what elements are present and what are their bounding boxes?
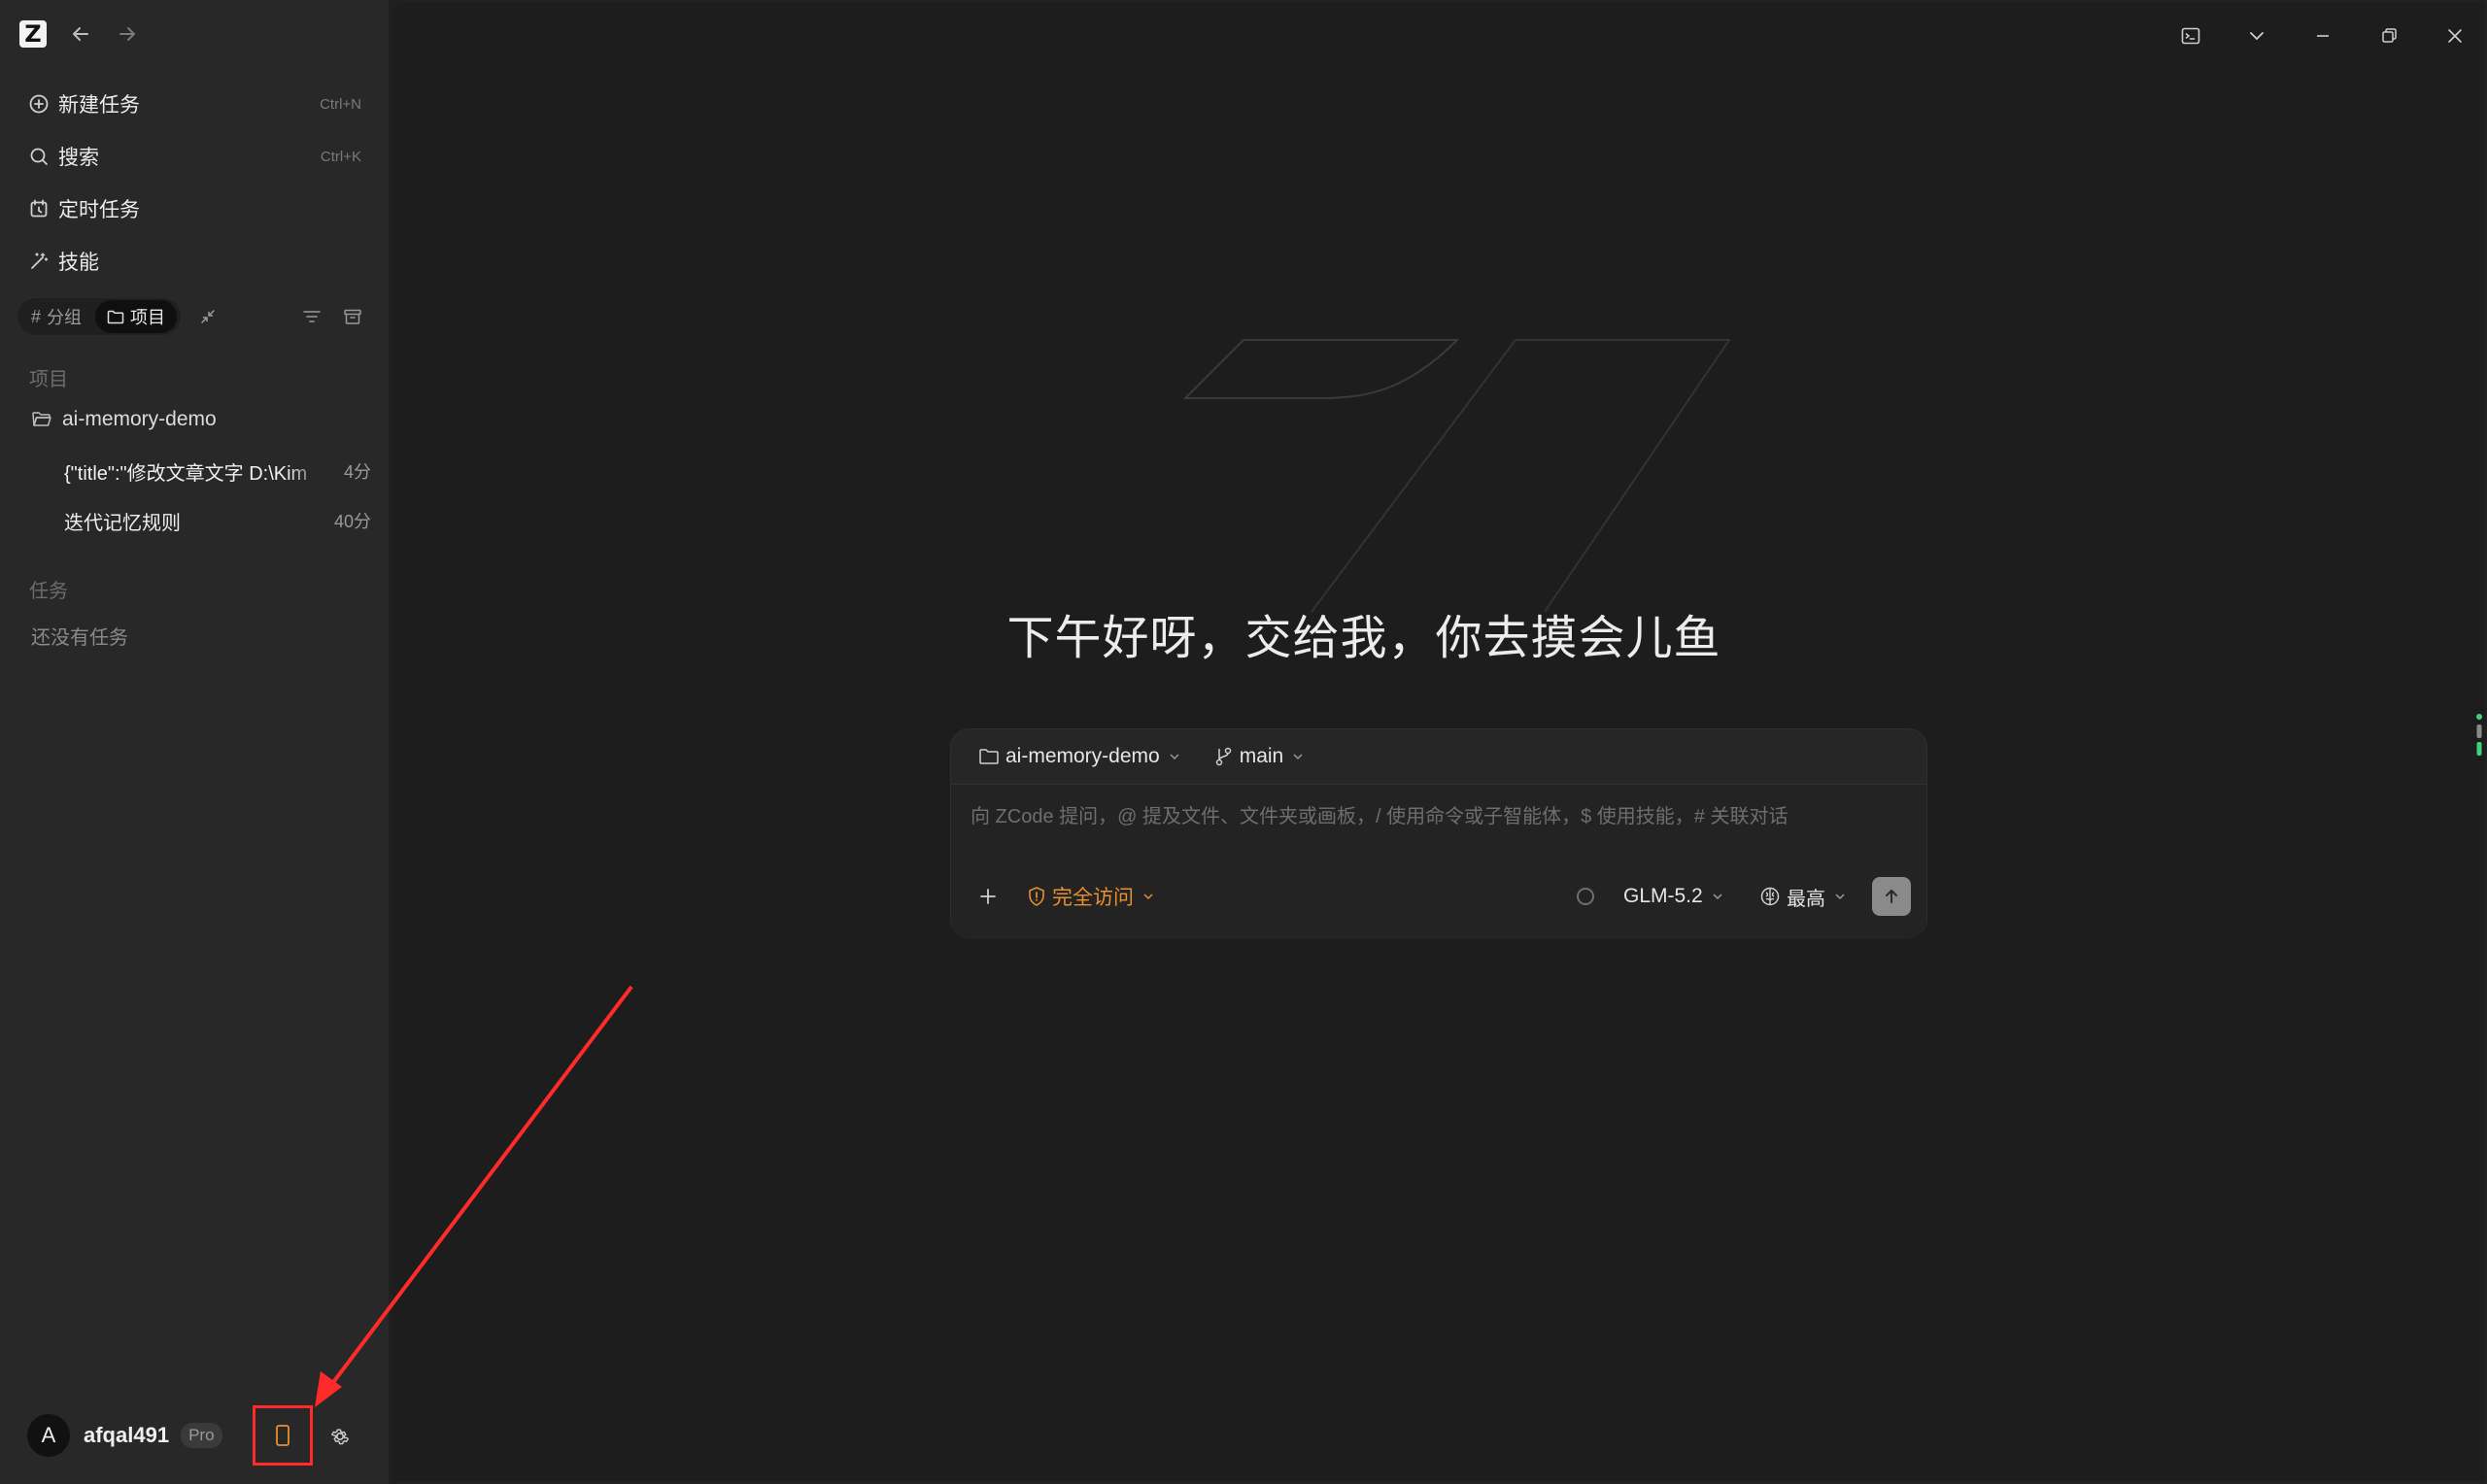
git-branch-icon [1214,746,1234,767]
minimize-icon[interactable] [2306,19,2339,52]
group-view-button[interactable]: # 分组 [19,300,93,333]
prompt-input[interactable] [969,796,1905,837]
chevron-down-icon[interactable] [2240,19,2273,52]
main-panel: 下午好呀，交给我，你去摸会儿鱼 ai-memory-demo main 向 ZC… [392,2,2485,1482]
skills-button[interactable]: 技能 [17,240,371,283]
archive-icon[interactable] [338,302,367,331]
project-item[interactable]: ai-memory-demo [17,398,371,441]
back-arrow-icon[interactable] [66,19,95,49]
branch-selector[interactable]: main [1214,739,1306,774]
model-selector[interactable]: GLM-5.2 [1623,885,1724,908]
new-task-shortcut: Ctrl+N [320,95,361,113]
project-selector-label: ai-memory-demo [1005,745,1160,767]
folder-icon [978,747,1000,766]
plus-circle-icon [27,92,51,116]
folder-icon [107,309,124,324]
reasoning-effort-selector[interactable]: 最高 [1759,883,1847,911]
greeting-text: 下午好呀，交给我，你去摸会儿鱼 [1006,613,1721,664]
sidebar: Z 新建任务 Ctrl+N 搜索 Ctrl+K 定时任务 技能 # 分组 项目 … [0,0,389,1484]
tasks-section-title: 任务 [29,581,68,602]
task-time: 4分 [343,462,371,482]
magic-wand-icon [27,250,51,273]
project-view-label: 项目 [130,308,166,327]
search-label: 搜索 [58,147,99,169]
gear-icon[interactable] [325,1422,355,1451]
app-logo: Z [19,20,47,48]
attach-plus-icon[interactable] [972,881,1004,912]
filter-icon[interactable] [297,302,326,331]
send-button[interactable] [1872,877,1911,916]
hash-icon: # [31,306,42,326]
project-name: ai-memory-demo [62,408,217,430]
project-selector[interactable]: ai-memory-demo [978,739,1181,774]
view-toggle: # 分组 项目 [17,298,181,335]
search-button[interactable]: 搜索 Ctrl+K [17,135,371,178]
folder-open-icon [31,410,52,429]
access-mode-label: 完全访问 [1052,887,1134,909]
z-logo-watermark [1182,339,1731,613]
task-item[interactable]: 迭代记忆规则 40分 [17,499,371,542]
scroll-indicator[interactable] [2475,709,2483,773]
search-shortcut: Ctrl+K [320,148,361,165]
composer-context-bar: ai-memory-demo main [951,729,1926,784]
alarm-clock-icon [27,197,51,220]
group-view-label: 分组 [47,308,83,327]
branch-selector-label: main [1239,745,1284,767]
chevron-down-icon [1168,750,1181,763]
brain-icon [1759,886,1781,907]
new-task-label: 新建任务 [58,94,140,117]
restore-icon[interactable] [2372,19,2405,52]
task-time: 40分 [333,512,371,531]
mobile-device-icon[interactable] [268,1421,297,1450]
close-icon[interactable] [2438,19,2471,52]
username: afqal491 [84,1423,170,1447]
model-label: GLM-5.2 [1623,885,1703,907]
new-task-button[interactable]: 新建任务 Ctrl+N [17,83,371,125]
composer-input-area: 完全访问 GLM-5.2 [951,784,1926,939]
task-item[interactable]: {"title":"修改文章文字 D:\Kim 4分 [17,450,371,492]
access-mode-dropdown[interactable]: 完全访问 [1027,882,1155,911]
sidebar-topbar: Z [0,0,389,68]
arrow-up-icon [1886,890,1897,903]
chevron-down-icon [1711,890,1724,903]
task-title: {"title":"修改文章文字 D:\Kim [64,462,308,485]
composer: ai-memory-demo main 向 ZCode 提问，@ 提及文件、文件… [950,728,1927,939]
context-status-icon[interactable] [1573,884,1598,909]
shield-icon [1027,886,1046,907]
plan-badge: Pro [181,1423,222,1448]
avatar: A [27,1414,70,1457]
tasks-empty-text: 还没有任务 [31,627,128,649]
projects-section-title: 项目 [29,369,68,390]
forward-arrow-icon[interactable] [113,19,142,49]
scheduled-tasks-label: 定时任务 [58,199,140,221]
task-title: 迭代记忆规则 [64,512,181,534]
chevron-down-icon [1291,750,1305,763]
effort-label: 最高 [1787,888,1825,910]
composer-toolbar: 完全访问 GLM-5.2 最高 [951,872,1926,921]
collapse-all-icon[interactable] [193,302,222,331]
scheduled-tasks-button[interactable]: 定时任务 [17,187,371,230]
project-view-button[interactable]: 项目 [95,300,178,333]
terminal-icon[interactable] [2174,19,2207,52]
chevron-down-icon [1833,890,1847,903]
search-icon [27,145,51,168]
skills-label: 技能 [58,252,99,274]
user-profile[interactable]: A afqal491 Pro [27,1414,222,1457]
chevron-down-icon [1141,890,1155,903]
app-window: Z 新建任务 Ctrl+N 搜索 Ctrl+K 定时任务 技能 # 分组 项目 … [0,0,2487,1484]
